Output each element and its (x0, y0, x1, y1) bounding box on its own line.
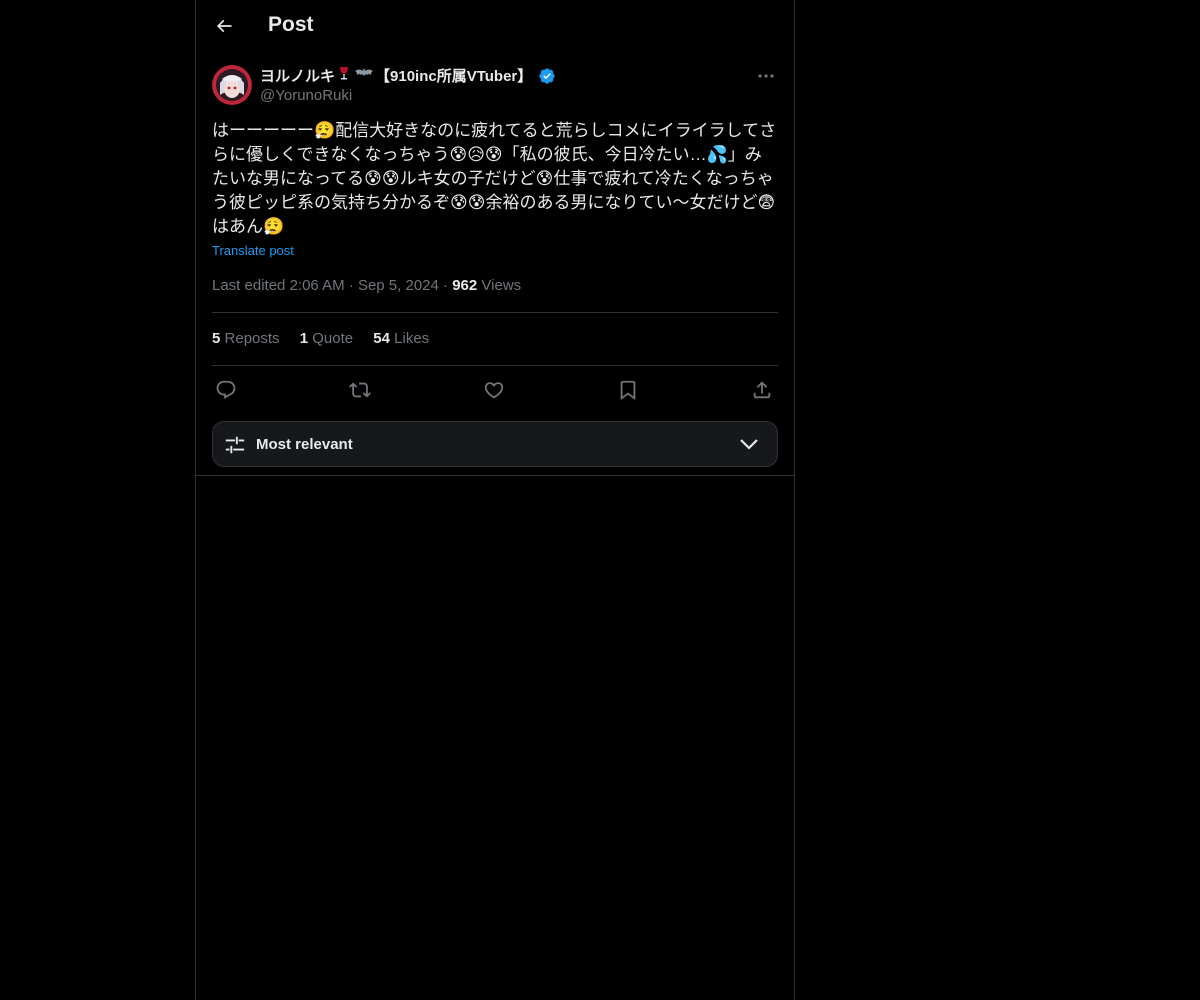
share-icon (753, 381, 771, 399)
verified-badge-icon[interactable] (538, 67, 556, 85)
reply-sort-dropdown[interactable]: Most relevant (212, 421, 778, 467)
quotes-stat[interactable]: 1 Quote (300, 330, 353, 347)
bookmark-button[interactable] (614, 376, 642, 404)
bat-emoji (354, 65, 374, 86)
author-row: ヨルノルキ 【910inc所属VTuber】 @YorunoRuki (212, 64, 778, 108)
bookmark-icon (620, 380, 636, 401)
sliders-icon (225, 436, 245, 454)
quotes-label: Quote (312, 330, 354, 347)
like-icon (484, 382, 504, 399)
reposts-count: 5 (212, 330, 221, 347)
meta-dot: · (443, 277, 453, 294)
likes-count: 54 (373, 330, 390, 347)
reply-icon (216, 380, 236, 399)
post-meta: Last edited 2:06 AM · Sep 5, 2024 · 962 … (212, 277, 521, 294)
quotes-count: 1 (299, 330, 309, 347)
post-date[interactable]: Sep 5, 2024 (358, 277, 439, 294)
main-column: Post ヨルノルキ 【910inc所属VTuber】 @YorunoRuki … (195, 0, 795, 1000)
reposts-label: Reposts (224, 330, 280, 347)
views-label: Views (481, 277, 522, 294)
views-count: 962 (452, 277, 478, 294)
translate-post-link[interactable]: Translate post (212, 243, 294, 258)
post-text: はーーーーー😮‍💨配信大好きなのに疲れてると荒らしコメにイライラしてさらに優しく… (212, 121, 777, 236)
divider (212, 312, 778, 313)
reply-button[interactable] (212, 376, 240, 404)
sort-label: Most relevant (256, 436, 353, 453)
author-name-line[interactable]: ヨルノルキ 【910inc所属VTuber】 (260, 65, 556, 86)
wine-glass-emoji (336, 65, 352, 86)
author-name[interactable]: ヨルノルキ (260, 65, 335, 86)
avatar[interactable] (212, 65, 252, 105)
more-options-button[interactable] (754, 66, 778, 86)
arrow-left-icon (216, 19, 232, 33)
post-time[interactable]: 2:06 AM (290, 277, 345, 294)
author-name-suffix[interactable]: 【910inc所属VTuber】 (375, 65, 532, 86)
top-bar: Post (196, 0, 794, 53)
page-title: Post (268, 13, 314, 36)
share-button[interactable] (748, 376, 776, 404)
action-bar (212, 376, 778, 404)
author-handle[interactable]: @YorunoRuki (260, 87, 352, 104)
like-button[interactable] (480, 376, 508, 404)
meta-dot: · (348, 277, 358, 294)
likes-stat[interactable]: 54 Likes (373, 330, 429, 347)
repost-icon (349, 382, 371, 398)
edited-label[interactable]: Last edited (212, 277, 285, 294)
likes-label: Likes (394, 330, 430, 347)
engagement-stats: 5 Reposts 1 Quote 54 Likes (212, 330, 445, 347)
more-dots-icon (758, 74, 774, 78)
chevron-down-icon (740, 439, 758, 450)
avatar-image (212, 65, 252, 105)
divider (212, 365, 778, 366)
back-button[interactable] (210, 12, 238, 40)
divider (196, 475, 794, 476)
reposts-stat[interactable]: 5 Reposts (212, 330, 280, 347)
repost-button[interactable] (346, 376, 374, 404)
